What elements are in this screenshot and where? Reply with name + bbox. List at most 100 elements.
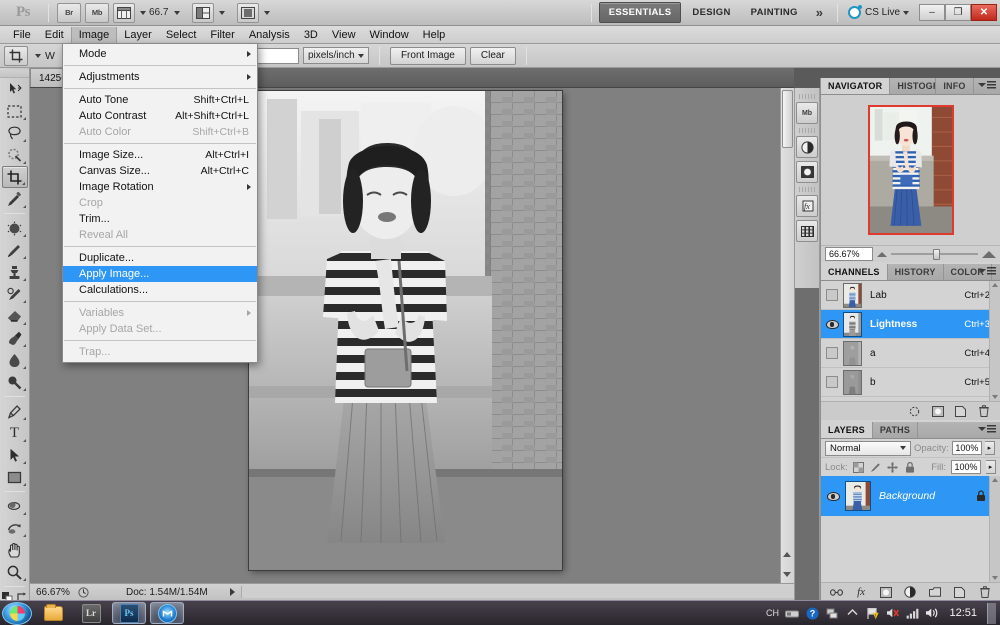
opacity-value[interactable]: 100% xyxy=(952,441,982,455)
menu-item-mode[interactable]: Mode xyxy=(63,46,257,62)
rectangle-tool[interactable] xyxy=(2,466,28,488)
navigator-zoom-field[interactable]: 66.67% xyxy=(825,247,873,261)
launch-mini-bridge-button[interactable]: Mb xyxy=(85,3,109,23)
channel-visibility-toggle[interactable] xyxy=(821,376,843,388)
menu-view[interactable]: View xyxy=(325,27,363,43)
blend-mode-select[interactable]: Normal xyxy=(825,441,911,456)
menu-item-image-rotation[interactable]: Image Rotation xyxy=(63,179,257,195)
network-activity-icon[interactable] xyxy=(825,606,839,620)
crop-tool[interactable] xyxy=(2,166,28,188)
menu-item-auto-contrast[interactable]: Auto Contrast Alt+Shift+Ctrl+L xyxy=(63,108,257,124)
opacity-stepper[interactable]: ▸ xyxy=(985,441,995,455)
rectangular-marquee-tool[interactable] xyxy=(2,100,28,122)
layers-scrollbar[interactable] xyxy=(989,476,1000,582)
spot-healing-brush-tool[interactable] xyxy=(2,217,28,239)
swatches-grid-icon[interactable] xyxy=(796,220,818,242)
tab-history[interactable]: HISTORY xyxy=(888,264,944,280)
zoom-in-icon[interactable] xyxy=(982,251,996,258)
channel-visibility-toggle[interactable] xyxy=(821,347,843,359)
3d-object-rotate-tool[interactable] xyxy=(2,495,28,517)
menu-image[interactable]: Image xyxy=(71,27,118,43)
image-canvas[interactable] xyxy=(249,91,562,570)
channels-panel-menu-button[interactable] xyxy=(978,267,996,275)
help-icon[interactable]: ? xyxy=(805,606,819,620)
tab-navigator[interactable]: NAVIGATOR xyxy=(821,78,890,94)
menu-item-calculations[interactable]: Calculations... xyxy=(63,282,257,298)
workspace-design[interactable]: DESIGN xyxy=(683,3,739,22)
scroll-down-arrow-icon[interactable] xyxy=(992,576,998,580)
tab-layers[interactable]: LAYERS xyxy=(821,422,873,438)
zoom-out-icon[interactable] xyxy=(877,252,887,257)
channel-visibility-toggle[interactable] xyxy=(821,320,843,329)
taskbar-photoshop[interactable]: Ps xyxy=(112,602,146,624)
lock-transparent-pixels-icon[interactable] xyxy=(853,461,865,473)
view-extras-button[interactable] xyxy=(111,3,146,23)
load-channel-as-selection-icon[interactable] xyxy=(908,405,921,418)
eraser-tool[interactable] xyxy=(2,305,28,327)
clone-stamp-tool[interactable] xyxy=(2,261,28,283)
dock-grip[interactable] xyxy=(799,94,815,99)
delete-channel-icon[interactable] xyxy=(977,405,990,418)
menu-item-trim[interactable]: Trim... xyxy=(63,211,257,227)
dock-grip[interactable] xyxy=(799,128,815,133)
menu-window[interactable]: Window xyxy=(363,27,416,43)
status-zoom-field[interactable]: 66.67% xyxy=(30,587,74,598)
menu-3d[interactable]: 3D xyxy=(297,27,325,43)
navigator-panel-menu-button[interactable] xyxy=(978,81,996,89)
menu-item-auto-tone[interactable]: Auto Tone Shift+Ctrl+L xyxy=(63,92,257,108)
channels-scrollbar[interactable] xyxy=(989,281,1000,401)
front-image-button[interactable]: Front Image xyxy=(390,47,466,65)
show-desktop-button[interactable] xyxy=(987,603,996,624)
scroll-up-arrow-icon[interactable] xyxy=(992,283,998,287)
start-button[interactable] xyxy=(2,602,32,625)
toolbox-grip[interactable] xyxy=(0,70,29,78)
navigator-zoom-slider[interactable] xyxy=(891,248,978,260)
menu-layer[interactable]: Layer xyxy=(117,27,159,43)
menu-help[interactable]: Help xyxy=(416,27,453,43)
layers-panel-menu-button[interactable] xyxy=(978,425,996,433)
scroll-up-arrow-icon[interactable] xyxy=(992,478,998,482)
layer-row-background[interactable]: Background xyxy=(821,476,1000,516)
slider-knob[interactable] xyxy=(933,249,940,260)
add-layer-mask-icon[interactable] xyxy=(879,586,892,599)
taskbar-maxthon[interactable] xyxy=(150,602,184,624)
scroll-down-arrow-icon[interactable] xyxy=(783,572,791,577)
channel-row-a[interactable]: a Ctrl+4 xyxy=(821,339,1000,368)
ime-toolbar-icon[interactable] xyxy=(785,606,799,620)
tab-histogram[interactable]: HISTOGRAM xyxy=(890,78,936,94)
gradient-tool[interactable] xyxy=(2,327,28,349)
fill-stepper[interactable]: ▸ xyxy=(986,460,996,474)
tab-paths[interactable]: PATHS xyxy=(873,422,918,438)
clock[interactable]: 12:51 xyxy=(945,607,981,619)
channel-row-lab[interactable]: Lab Ctrl+2 xyxy=(821,281,1000,310)
menu-item-duplicate[interactable]: Duplicate... xyxy=(63,250,257,266)
input-method-icon[interactable]: CH xyxy=(765,606,779,620)
resolution-input[interactable] xyxy=(251,48,299,64)
menu-analysis[interactable]: Analysis xyxy=(242,27,297,43)
speaker-icon[interactable] xyxy=(925,606,939,620)
canvas-vertical-scrollbar[interactable] xyxy=(780,88,794,583)
menu-item-apply-image[interactable]: Apply Image... xyxy=(63,266,257,282)
link-layers-icon[interactable] xyxy=(830,586,843,599)
taskbar-windows-explorer[interactable] xyxy=(36,602,70,624)
horizontal-type-tool[interactable]: T xyxy=(2,422,28,444)
blur-tool[interactable] xyxy=(2,349,28,371)
channel-row-lightness[interactable]: Lightness Ctrl+3 xyxy=(821,310,1000,339)
more-workspaces-button[interactable]: » xyxy=(808,5,831,20)
lock-image-pixels-icon[interactable] xyxy=(870,461,882,473)
layer-style-fx-icon[interactable]: fx xyxy=(855,586,868,599)
tab-info[interactable]: INFO xyxy=(936,78,973,94)
chevron-down-icon[interactable] xyxy=(35,54,41,58)
show-hidden-icons-icon[interactable] xyxy=(845,606,859,620)
clear-button[interactable]: Clear xyxy=(470,47,516,65)
menu-edit[interactable]: Edit xyxy=(38,27,71,43)
menu-filter[interactable]: Filter xyxy=(203,27,241,43)
pen-tool[interactable] xyxy=(2,400,28,422)
zoom-level-field[interactable]: 66.7 xyxy=(146,7,171,18)
action-center-flag-icon[interactable]: ! xyxy=(865,606,879,620)
image-menu-dropdown[interactable]: Mode Adjustments Auto Tone Shift+Ctrl+L … xyxy=(62,43,258,363)
scroll-down-arrow-icon[interactable] xyxy=(992,395,998,399)
signal-bars-icon[interactable] xyxy=(905,606,919,620)
close-button[interactable]: ✕ xyxy=(971,4,997,21)
lasso-tool[interactable] xyxy=(2,122,28,144)
